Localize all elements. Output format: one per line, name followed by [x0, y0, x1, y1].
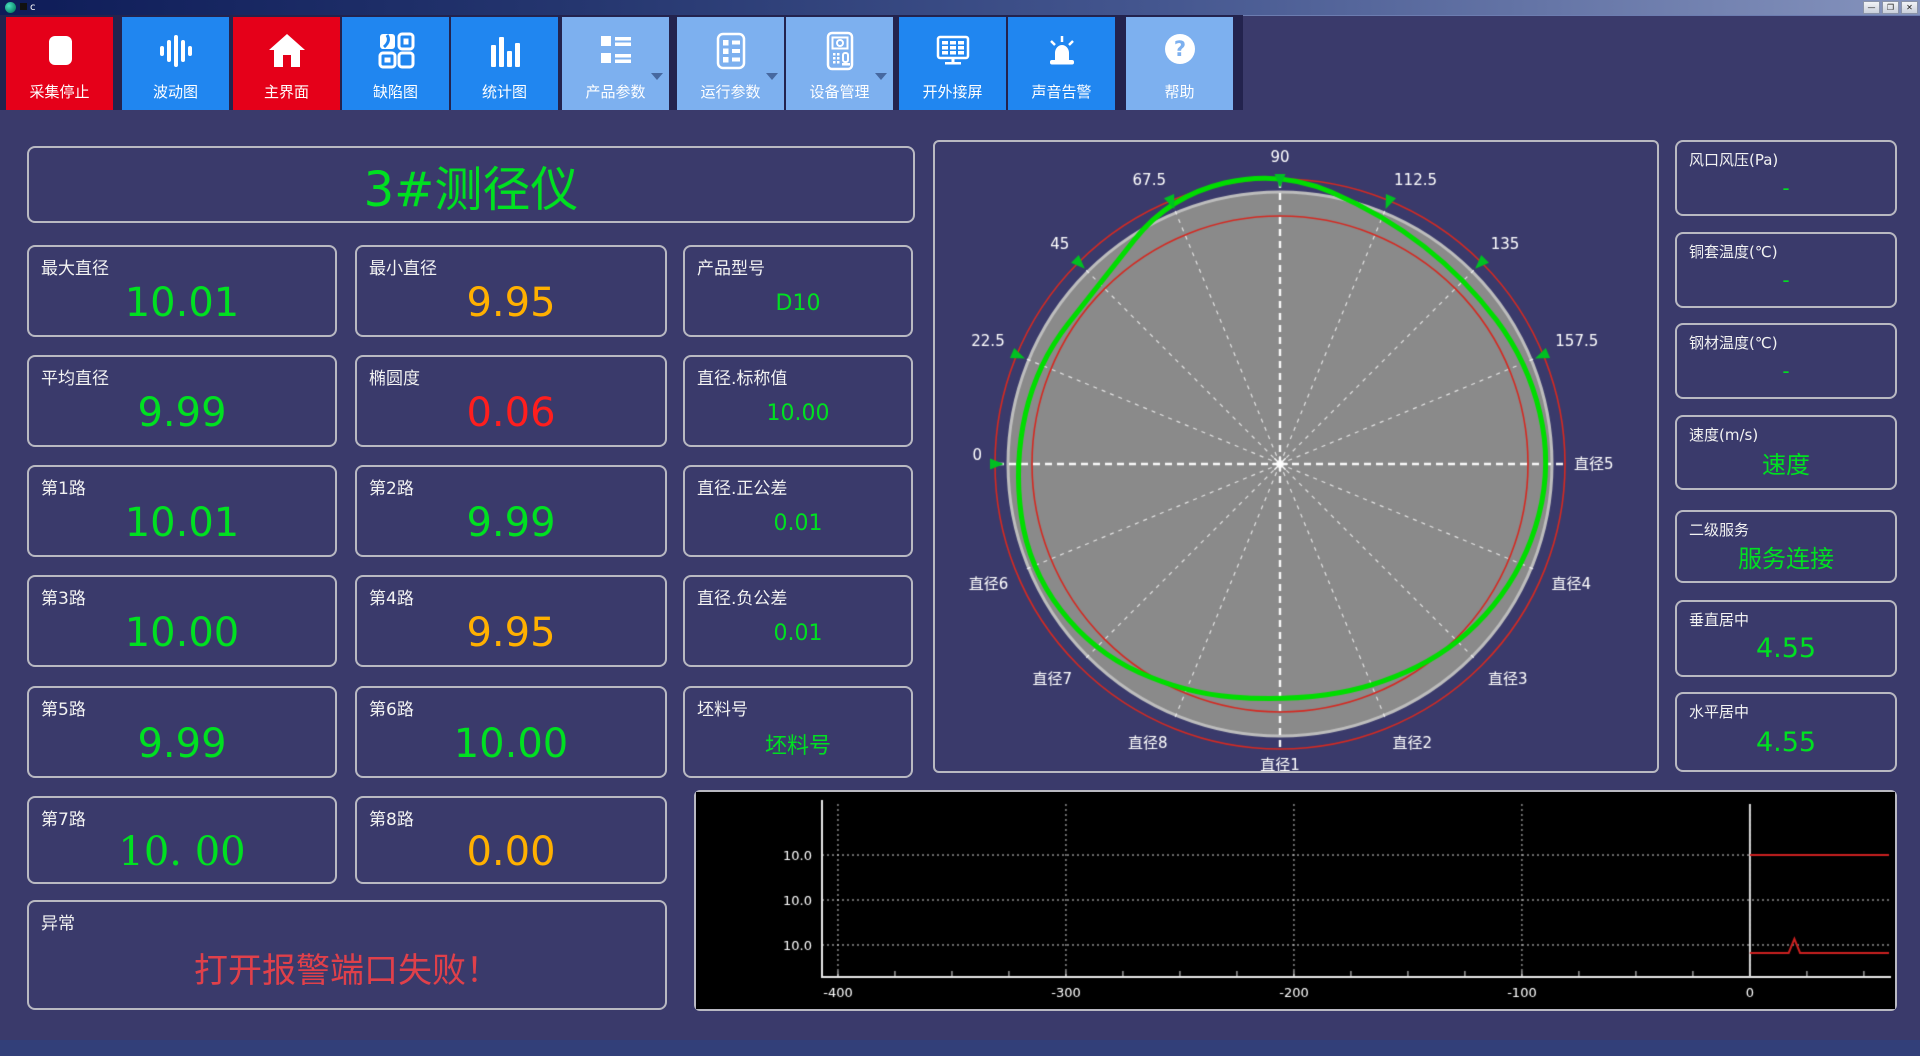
metric-nominal-diameter: 直径.标称值 10.00	[683, 355, 913, 447]
chevron-down-icon[interactable]	[875, 73, 887, 80]
metric-path-4: 第4路 9.95	[355, 575, 667, 667]
minimize-button[interactable]: —	[1863, 1, 1880, 14]
toolbar-button-stop-acquire[interactable]: 采集停止	[6, 17, 113, 110]
maximize-button[interactable]: ❐	[1882, 1, 1899, 14]
gauge-title-box: 3#测径仪	[27, 146, 915, 223]
titlebar: c — ❐ ✕	[0, 0, 1920, 16]
metric-path-6: 第6路 10.00	[355, 686, 667, 778]
status-air-pressure: 风口风压(Pa) -	[1675, 140, 1897, 216]
alarm-message: 打开报警端口失败！	[194, 950, 500, 991]
window-title: c	[20, 2, 36, 13]
gauge-title: 3#测径仪	[363, 161, 579, 218]
metric-path-5: 第5路 9.99	[27, 686, 337, 778]
sound-alarm-icon	[1008, 27, 1115, 75]
toolbar-button-statistics-chart[interactable]: 统计图	[451, 17, 558, 110]
external-screen-icon	[899, 27, 1006, 75]
metric-path-7: 第7路 10. 00	[27, 796, 337, 884]
defect-grid-icon	[342, 27, 449, 75]
status-bushing-temp: 铜套温度(℃) -	[1675, 232, 1897, 308]
metric-ovality: 椭圆度 0.06	[355, 355, 667, 447]
alarm-box: 异常 打开报警端口失败！	[27, 900, 667, 1010]
metric-path-1: 第1路 10.01	[27, 465, 337, 557]
chevron-down-icon[interactable]	[651, 73, 663, 80]
metric-path-3: 第3路 10.00	[27, 575, 337, 667]
cross-section-polar-panel	[933, 140, 1659, 773]
toolbar-button-run-params[interactable]: 运行参数	[677, 17, 784, 110]
toolbar-button-product-params[interactable]: 产品参数	[562, 17, 669, 110]
toolbar-button-wave-chart[interactable]: 波动图	[122, 17, 229, 110]
stop-icon	[6, 27, 113, 75]
waveform-icon	[122, 27, 229, 75]
toolbar-button-defect-chart[interactable]: 缺陷图	[342, 17, 449, 110]
chevron-down-icon[interactable]	[766, 73, 778, 80]
toolbar-button-external-screen[interactable]: 开外接屏	[899, 17, 1006, 110]
toolbar-button-help[interactable]: ? 帮助	[1126, 17, 1233, 110]
toolbar-button-sound-alarm[interactable]: 声音告警	[1008, 17, 1115, 110]
metric-billet-number: 坯料号 坯料号	[683, 686, 913, 778]
status-level2-service: 二级服务 服务连接	[1675, 510, 1897, 583]
metric-max-diameter: 最大直径 10.01	[27, 245, 337, 337]
metric-product-model: 产品型号 D10	[683, 245, 913, 337]
app-icon	[5, 2, 16, 13]
metric-upper-tolerance: 直径.正公差 0.01	[683, 465, 913, 557]
metric-path-2: 第2路 9.99	[355, 465, 667, 557]
bar-chart-icon	[451, 27, 558, 75]
status-vertical-center: 垂直居中 4.55	[1675, 600, 1897, 677]
polar-profile-chart	[935, 142, 1657, 771]
svg-text:?: ?	[1173, 37, 1185, 61]
close-button[interactable]: ✕	[1901, 1, 1918, 14]
status-steel-temp: 钢材温度(℃) -	[1675, 323, 1897, 399]
metric-avg-diameter: 平均直径 9.99	[27, 355, 337, 447]
status-horizontal-center: 水平居中 4.55	[1675, 692, 1897, 772]
metric-min-diameter: 最小直径 9.95	[355, 245, 667, 337]
diameter-trend-panel	[694, 790, 1897, 1011]
metric-path-8: 第8路 0.00	[355, 796, 667, 884]
metric-lower-tolerance: 直径.负公差 0.01	[683, 575, 913, 667]
app-window: c — ❐ ✕ 采集停止 波动图 主界面 缺陷图 统计图 产品参数 运行参数 设…	[0, 0, 1920, 1056]
diameter-trend-chart	[696, 792, 1895, 1009]
toolbar-button-device-manage[interactable]: 设备管理	[786, 17, 893, 110]
device-manage-icon	[786, 27, 893, 75]
run-params-icon	[677, 27, 784, 75]
window-bottom-edge	[0, 1040, 1920, 1056]
home-icon	[233, 27, 340, 75]
status-speed: 速度(m/s) 速度	[1675, 415, 1897, 490]
toolbar-button-main-screen[interactable]: 主界面	[233, 17, 340, 110]
help-icon: ?	[1126, 27, 1233, 75]
product-params-icon	[562, 27, 669, 75]
